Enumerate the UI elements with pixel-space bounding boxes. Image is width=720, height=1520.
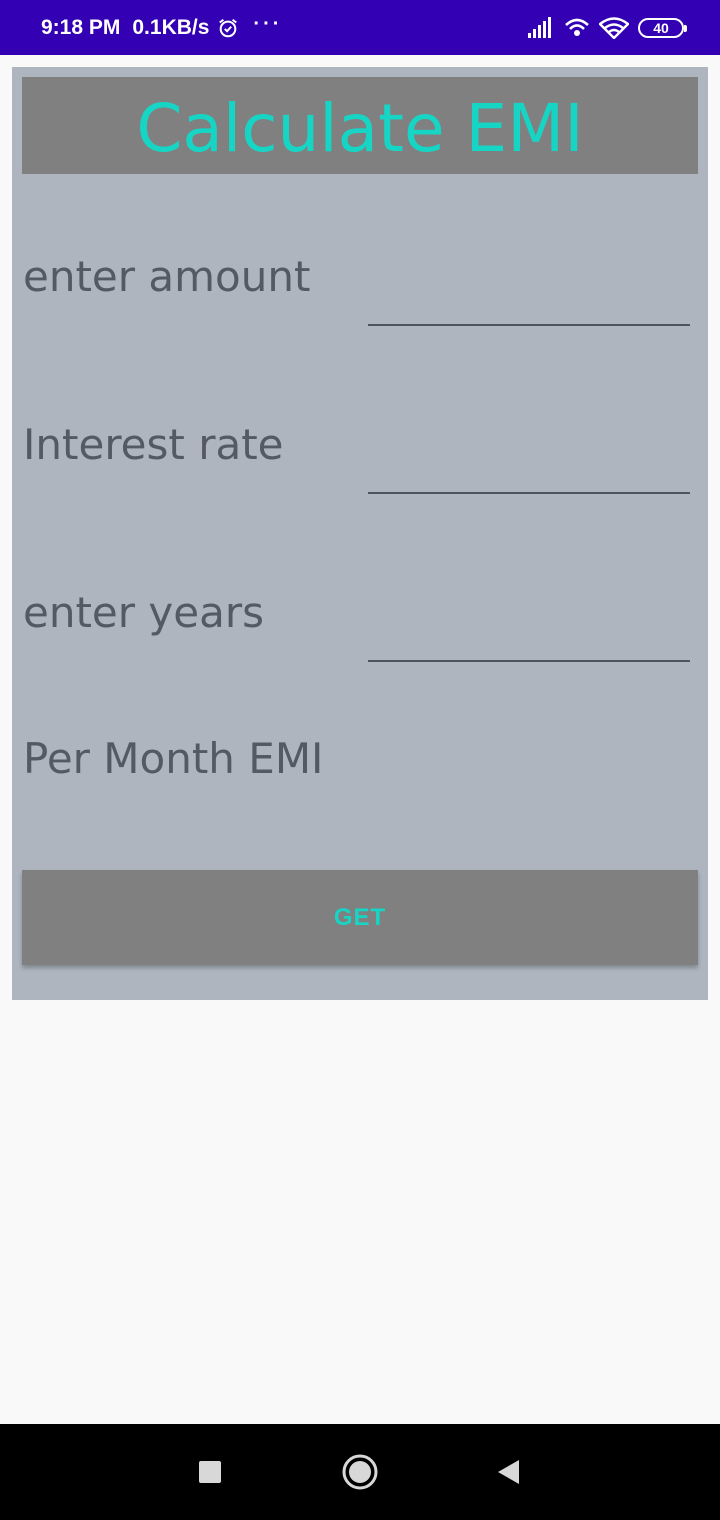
navigation-bar (0, 1424, 720, 1520)
more-notifications-icon: ··· (253, 13, 283, 35)
per-month-emi-label: Per Month EMI (23, 734, 324, 783)
status-left: 9:18 PM 0.1KB/s ··· (41, 0, 294, 55)
battery-icon: 40 (638, 17, 687, 38)
years-input[interactable] (368, 616, 690, 662)
back-button[interactable] (484, 1424, 532, 1520)
status-right: 40 (527, 0, 687, 55)
network-speed: 0.1KB/s (132, 15, 210, 39)
page-title: Calculate EMI (136, 90, 584, 167)
battery-level: 40 (653, 19, 669, 36)
back-triangle-icon (498, 1460, 519, 1484)
amount-label: enter amount (23, 252, 311, 301)
amount-input[interactable] (368, 280, 690, 326)
recents-square-icon (199, 1461, 221, 1483)
title-header: Calculate EMI (22, 77, 698, 174)
home-circle-icon (342, 1454, 378, 1490)
recents-button[interactable] (186, 1424, 234, 1520)
wifi-hotspot-icon (565, 18, 589, 36)
emi-calculator-card: Calculate EMI enter amount Interest rate… (12, 67, 708, 1000)
wifi-icon (599, 16, 629, 39)
get-button[interactable]: GET (22, 870, 698, 965)
interest-rate-label: Interest rate (23, 420, 284, 469)
status-time: 9:18 PM (41, 15, 121, 39)
alarm-icon (219, 18, 238, 37)
home-button[interactable] (336, 1424, 384, 1520)
years-label: enter years (23, 588, 264, 637)
status-bar: 9:18 PM 0.1KB/s ··· 40 (0, 0, 720, 55)
signal-icon (528, 16, 551, 38)
interest-rate-input[interactable] (368, 448, 690, 494)
